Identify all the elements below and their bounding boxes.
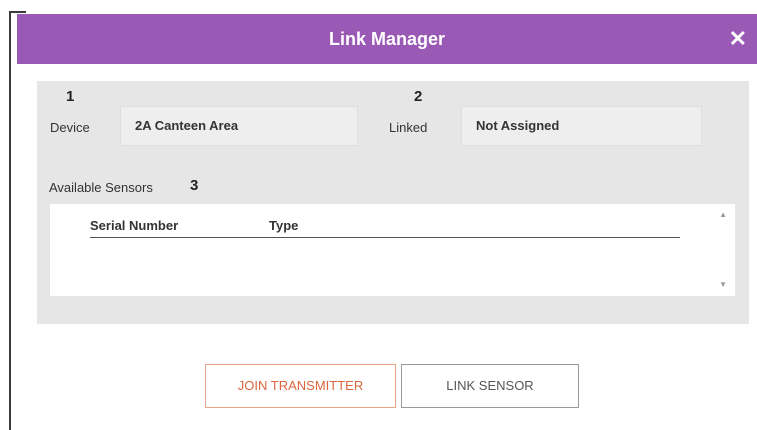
- window-edge-top: [9, 11, 26, 13]
- dialog-title: Link Manager: [328, 29, 446, 49]
- sensor-list[interactable]: Serial Number Type ▲ ▼: [50, 204, 735, 296]
- scroll-down-icon[interactable]: ▼: [719, 280, 727, 289]
- device-marker: 1: [66, 88, 75, 105]
- linked-label: Linked: [389, 120, 428, 135]
- link-manager-screen: Link Manager ✕ 1 Device 2A Canteen Area …: [0, 0, 757, 430]
- dialog-title-bar: Link Manager ✕: [17, 14, 757, 64]
- device-field[interactable]: 2A Canteen Area: [120, 106, 358, 146]
- column-serial-number[interactable]: Serial Number: [90, 218, 178, 233]
- column-type[interactable]: Type: [269, 218, 298, 233]
- linked-field[interactable]: Not Assigned: [461, 106, 702, 146]
- scroll-up-icon[interactable]: ▲: [719, 210, 727, 219]
- window-edge: [9, 11, 11, 430]
- sensors-marker: 3: [190, 177, 199, 194]
- close-icon[interactable]: ✕: [729, 14, 747, 64]
- linked-marker: 2: [414, 88, 423, 105]
- link-sensor-button[interactable]: LINK SENSOR: [401, 364, 579, 408]
- list-header-divider: [90, 237, 680, 238]
- device-label: Device: [50, 120, 90, 135]
- available-sensors-label: Available Sensors: [49, 180, 153, 195]
- join-transmitter-button[interactable]: JOIN TRANSMITTER: [205, 364, 396, 408]
